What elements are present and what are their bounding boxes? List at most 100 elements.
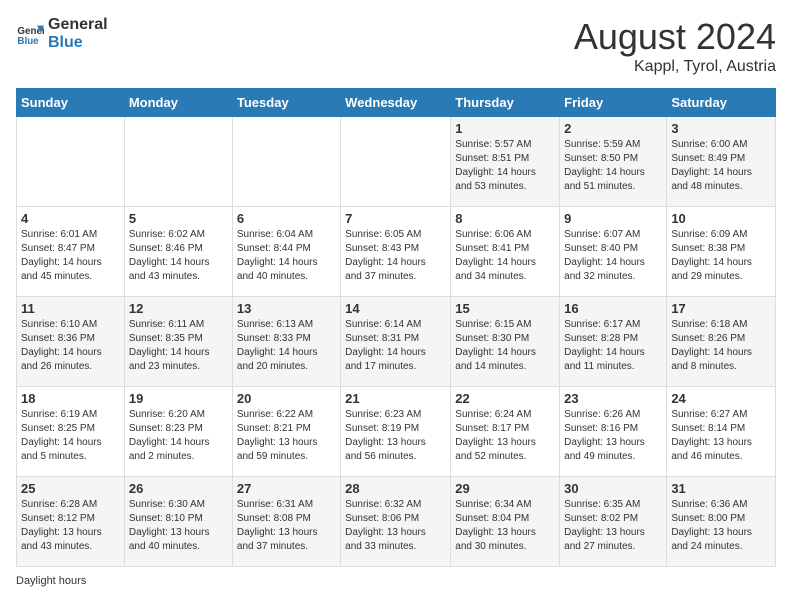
calendar-cell: 21Sunrise: 6:23 AM Sunset: 8:19 PM Dayli… — [341, 387, 451, 477]
day-number: 18 — [21, 391, 120, 406]
day-info: Sunrise: 6:31 AM Sunset: 8:08 PM Dayligh… — [237, 498, 336, 554]
day-info: Sunrise: 6:13 AM Sunset: 8:33 PM Dayligh… — [237, 318, 336, 374]
day-number: 29 — [455, 481, 555, 496]
days-header-row: SundayMondayTuesdayWednesdayThursdayFrid… — [17, 89, 776, 117]
day-number: 9 — [564, 211, 662, 226]
day-number: 14 — [345, 301, 446, 316]
calendar-cell: 2 Sunrise: 5:59 AM Sunset: 8:50 PM Daylig… — [560, 117, 667, 207]
day-info: Sunrise: 6:30 AM Sunset: 8:10 PM Dayligh… — [129, 498, 228, 554]
day-info: Sunrise: 6:00 AM Sunset: 8:49 PM Dayligh… — [671, 138, 771, 194]
day-number: 24 — [671, 391, 771, 406]
day-number: 6 — [237, 211, 336, 226]
day-info: Sunrise: 5:59 AM Sunset: 8:50 PM Dayligh… — [564, 138, 662, 194]
day-of-week-monday: Monday — [124, 89, 232, 117]
calendar-cell: 19 Sunrise: 6:20 AM Sunset: 8:23 PM Dayli… — [124, 387, 232, 477]
day-number: 22 — [455, 391, 555, 406]
day-info: Sunrise: 6:17 AM Sunset: 8:28 PM Dayligh… — [564, 318, 662, 374]
day-info: Sunrise: 6:14 AM Sunset: 8:31 PM Dayligh… — [345, 318, 446, 374]
calendar-cell: 27Sunrise: 6:31 AM Sunset: 8:08 PM Dayli… — [232, 477, 340, 567]
day-number: 12 — [129, 301, 228, 316]
calendar-cell: 18 Sunrise: 6:19 AM Sunset: 8:25 PM Dayli… — [17, 387, 125, 477]
calendar-week-4: 18 Sunrise: 6:19 AM Sunset: 8:25 PM Dayli… — [17, 387, 776, 477]
day-info: Sunrise: 6:07 AM Sunset: 8:40 PM Dayligh… — [564, 228, 662, 284]
day-info: Sunrise: 6:10 AM Sunset: 8:36 PM Dayligh… — [21, 318, 120, 374]
calendar-cell: 17Sunrise: 6:18 AM Sunset: 8:26 PM Dayli… — [667, 297, 776, 387]
calendar-cell: 13Sunrise: 6:13 AM Sunset: 8:33 PM Dayli… — [232, 297, 340, 387]
day-number: 30 — [564, 481, 662, 496]
calendar-cell: 20 Sunrise: 6:22 AM Sunset: 8:21 PM Dayli… — [232, 387, 340, 477]
calendar-cell: 30Sunrise: 6:35 AM Sunset: 8:02 PM Dayli… — [560, 477, 667, 567]
day-number: 17 — [671, 301, 771, 316]
day-number: 20 — [237, 391, 336, 406]
calendar-cell: 9 Sunrise: 6:07 AM Sunset: 8:40 PM Daylig… — [560, 207, 667, 297]
calendar-week-3: 11Sunrise: 6:10 AM Sunset: 8:36 PM Dayli… — [17, 297, 776, 387]
day-info: Sunrise: 6:11 AM Sunset: 8:35 PM Dayligh… — [129, 318, 228, 374]
day-number: 4 — [21, 211, 120, 226]
day-info: Sunrise: 5:57 AM Sunset: 8:51 PM Dayligh… — [455, 138, 555, 194]
day-number: 19 — [129, 391, 228, 406]
calendar-cell: 1Sunrise: 5:57 AM Sunset: 8:51 PM Daylig… — [451, 117, 560, 207]
day-number: 7 — [345, 211, 446, 226]
day-of-week-wednesday: Wednesday — [341, 89, 451, 117]
calendar-cell — [341, 117, 451, 207]
day-info: Sunrise: 6:05 AM Sunset: 8:43 PM Dayligh… — [345, 228, 446, 284]
calendar-cell: 29 Sunrise: 6:34 AM Sunset: 8:04 PM Dayli… — [451, 477, 560, 567]
calendar-table: SundayMondayTuesdayWednesdayThursdayFrid… — [16, 88, 776, 567]
day-info: Sunrise: 6:23 AM Sunset: 8:19 PM Dayligh… — [345, 408, 446, 464]
logo-blue-text: Blue — [48, 34, 108, 52]
day-of-week-tuesday: Tuesday — [232, 89, 340, 117]
day-info: Sunrise: 6:04 AM Sunset: 8:44 PM Dayligh… — [237, 228, 336, 284]
calendar-cell — [17, 117, 125, 207]
calendar-cell: 5Sunrise: 6:02 AM Sunset: 8:46 PM Daylig… — [124, 207, 232, 297]
calendar-cell: 8 Sunrise: 6:06 AM Sunset: 8:41 PM Daylig… — [451, 207, 560, 297]
calendar-header: SundayMondayTuesdayWednesdayThursdayFrid… — [17, 89, 776, 117]
calendar-cell: 24 Sunrise: 6:27 AM Sunset: 8:14 PM Dayli… — [667, 387, 776, 477]
day-of-week-saturday: Saturday — [667, 89, 776, 117]
day-info: Sunrise: 6:01 AM Sunset: 8:47 PM Dayligh… — [21, 228, 120, 284]
day-info: Sunrise: 6:20 AM Sunset: 8:23 PM Dayligh… — [129, 408, 228, 464]
day-number: 2 — [564, 121, 662, 136]
day-info: Sunrise: 6:19 AM Sunset: 8:25 PM Dayligh… — [21, 408, 120, 464]
calendar-cell: 23Sunrise: 6:26 AM Sunset: 8:16 PM Dayli… — [560, 387, 667, 477]
title-block: August 2024 Kappl, Tyrol, Austria — [574, 16, 776, 76]
calendar-cell: 6 Sunrise: 6:04 AM Sunset: 8:44 PM Daylig… — [232, 207, 340, 297]
calendar-cell: 12 Sunrise: 6:11 AM Sunset: 8:35 PM Dayli… — [124, 297, 232, 387]
day-number: 25 — [21, 481, 120, 496]
calendar-cell — [232, 117, 340, 207]
calendar-cell: 16 Sunrise: 6:17 AM Sunset: 8:28 PM Dayli… — [560, 297, 667, 387]
day-info: Sunrise: 6:15 AM Sunset: 8:30 PM Dayligh… — [455, 318, 555, 374]
day-info: Sunrise: 6:28 AM Sunset: 8:12 PM Dayligh… — [21, 498, 120, 554]
day-info: Sunrise: 6:32 AM Sunset: 8:06 PM Dayligh… — [345, 498, 446, 554]
day-number: 16 — [564, 301, 662, 316]
day-number: 28 — [345, 481, 446, 496]
calendar-week-2: 4 Sunrise: 6:01 AM Sunset: 8:47 PM Daylig… — [17, 207, 776, 297]
calendar-cell: 28 Sunrise: 6:32 AM Sunset: 8:06 PM Dayli… — [341, 477, 451, 567]
day-info: Sunrise: 6:22 AM Sunset: 8:21 PM Dayligh… — [237, 408, 336, 464]
day-number: 10 — [671, 211, 771, 226]
calendar-cell — [124, 117, 232, 207]
footnote: Daylight hours — [16, 575, 776, 587]
day-info: Sunrise: 6:27 AM Sunset: 8:14 PM Dayligh… — [671, 408, 771, 464]
calendar-cell: 10Sunrise: 6:09 AM Sunset: 8:38 PM Dayli… — [667, 207, 776, 297]
day-number: 3 — [671, 121, 771, 136]
calendar-body: 1Sunrise: 5:57 AM Sunset: 8:51 PM Daylig… — [17, 117, 776, 567]
day-info: Sunrise: 6:06 AM Sunset: 8:41 PM Dayligh… — [455, 228, 555, 284]
day-info: Sunrise: 6:26 AM Sunset: 8:16 PM Dayligh… — [564, 408, 662, 464]
day-number: 5 — [129, 211, 228, 226]
day-info: Sunrise: 6:36 AM Sunset: 8:00 PM Dayligh… — [671, 498, 771, 554]
calendar-cell: 7 Sunrise: 6:05 AM Sunset: 8:43 PM Daylig… — [341, 207, 451, 297]
day-info: Sunrise: 6:34 AM Sunset: 8:04 PM Dayligh… — [455, 498, 555, 554]
calendar-cell: 25 Sunrise: 6:28 AM Sunset: 8:12 PM Dayli… — [17, 477, 125, 567]
calendar-cell: 26Sunrise: 6:30 AM Sunset: 8:10 PM Dayli… — [124, 477, 232, 567]
day-number: 31 — [671, 481, 771, 496]
day-number: 15 — [455, 301, 555, 316]
calendar-cell: 31 Sunrise: 6:36 AM Sunset: 8:00 PM Dayli… — [667, 477, 776, 567]
svg-text:Blue: Blue — [17, 35, 39, 46]
day-info: Sunrise: 6:24 AM Sunset: 8:17 PM Dayligh… — [455, 408, 555, 464]
page-header: General Blue General Blue August 2024 Ka… — [16, 16, 776, 76]
calendar-week-5: 25 Sunrise: 6:28 AM Sunset: 8:12 PM Dayli… — [17, 477, 776, 567]
calendar-cell: 15 Sunrise: 6:15 AM Sunset: 8:30 PM Dayli… — [451, 297, 560, 387]
day-number: 8 — [455, 211, 555, 226]
day-of-week-thursday: Thursday — [451, 89, 560, 117]
calendar-cell: 3 Sunrise: 6:00 AM Sunset: 8:49 PM Daylig… — [667, 117, 776, 207]
